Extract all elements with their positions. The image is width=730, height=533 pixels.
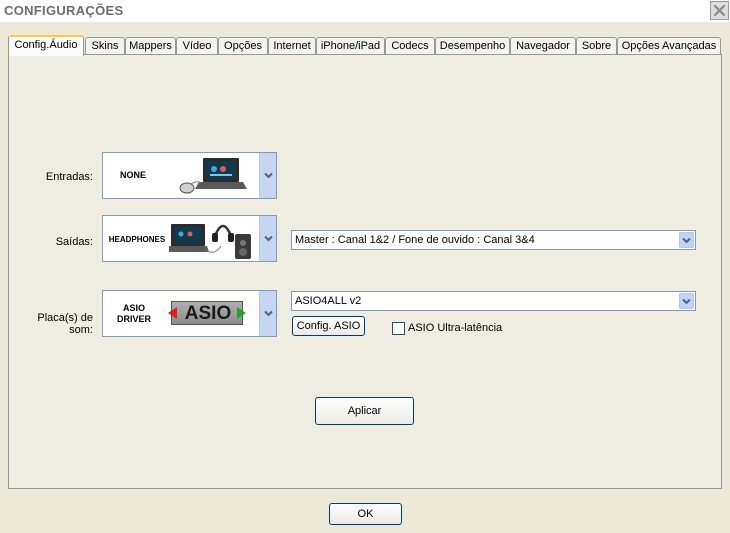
tab-label: iPhone/iPad: [320, 40, 381, 52]
tab-label: Codecs: [391, 40, 429, 52]
tab-opcoes[interactable]: Opções: [218, 37, 268, 55]
asio-logo: ASIO: [168, 301, 246, 325]
tab-label: Opções: [224, 40, 262, 52]
chevron-down-icon: [263, 235, 273, 242]
asio-logo-text: ASIO: [184, 303, 232, 324]
outputs-picker-arrow[interactable]: [259, 216, 276, 261]
tab-label: Mappers: [129, 40, 172, 52]
tab-navegador[interactable]: Navegador: [510, 37, 576, 55]
asio-ultra-latency-checkbox[interactable]: [392, 322, 405, 335]
laptop-mouse-icon: [179, 158, 247, 194]
tab-label: Desempenho: [439, 40, 506, 52]
tab-label: Vídeo: [182, 40, 212, 52]
tab-config-audio[interactable]: Config.Áudio: [8, 35, 84, 56]
tab-skins[interactable]: Skins: [85, 37, 125, 55]
inputs-device-name: NONE: [119, 170, 146, 180]
chevron-down-icon: [682, 237, 691, 243]
output-routing-value: Master : Canal 1&2 / Fone de ouvido : Ca…: [295, 234, 535, 246]
inputs-label: Entradas:: [45, 171, 93, 183]
soundcard-device-line2: DRIVER: [116, 314, 151, 324]
soundcard-device-line1: ASIO: [122, 303, 145, 313]
title-bar: CONFIGURAÇÕES: [0, 0, 730, 22]
apply-button[interactable]: Aplicar: [315, 397, 414, 425]
tab-label: Navegador: [516, 40, 570, 52]
output-routing-dropdown-button[interactable]: [679, 232, 694, 248]
tab-label: Skins: [91, 40, 119, 52]
close-button[interactable]: [710, 1, 729, 20]
asio-ultra-latency-label: ASIO Ultra-latência: [408, 322, 503, 334]
soundcard-picker-arrow[interactable]: [259, 291, 276, 336]
output-routing-select[interactable]: Master : Canal 1&2 / Fone de ouvido : Ca…: [291, 230, 696, 250]
chevron-down-icon: [263, 310, 273, 317]
tab-mappers[interactable]: Mappers: [125, 37, 176, 55]
inputs-picker-arrow[interactable]: [259, 153, 276, 198]
tab-label: Config.Áudio: [14, 39, 78, 51]
close-icon: [713, 4, 726, 17]
laptop-headphones-icon: [169, 224, 251, 259]
tab-internet[interactable]: Internet: [268, 37, 316, 55]
soundcard-label: Placa(s) de som:: [37, 312, 93, 336]
asio-driver-dropdown-button[interactable]: [679, 293, 694, 309]
chevron-down-icon: [263, 172, 273, 179]
red-arrow-icon: [168, 307, 177, 319]
tab-iphone-ipad[interactable]: iPhone/iPad: [316, 37, 385, 55]
tab-label: Sobre: [581, 40, 612, 52]
tab-codecs[interactable]: Codecs: [385, 37, 435, 55]
outputs-label: Saídas:: [55, 236, 93, 248]
inputs-device-picker[interactable]: NONE: [102, 152, 277, 199]
tab-opcoes-avancadas[interactable]: Opções Avançadas: [617, 37, 721, 55]
tab-video[interactable]: Vídeo: [176, 37, 218, 55]
tab-label: Internet: [273, 40, 311, 52]
green-arrow-icon: [237, 307, 246, 319]
ok-button[interactable]: OK: [329, 503, 402, 525]
tab-sobre[interactable]: Sobre: [576, 37, 617, 55]
outputs-device-name: HEADPHONES: [108, 235, 166, 244]
chevron-down-icon: [682, 298, 691, 304]
config-asio-button[interactable]: Config. ASIO: [292, 316, 365, 336]
asio-driver-value: ASIO4ALL v2: [295, 295, 362, 307]
soundcard-device-picker[interactable]: ASIO DRIVER ASIO: [102, 290, 277, 337]
window-title: CONFIGURAÇÕES: [4, 3, 124, 18]
tab-label: Opções Avançadas: [621, 40, 717, 52]
tab-desempenho[interactable]: Desempenho: [435, 37, 510, 55]
outputs-device-picker[interactable]: HEADPHONES: [102, 215, 277, 262]
asio-driver-select[interactable]: ASIO4ALL v2: [291, 291, 696, 311]
